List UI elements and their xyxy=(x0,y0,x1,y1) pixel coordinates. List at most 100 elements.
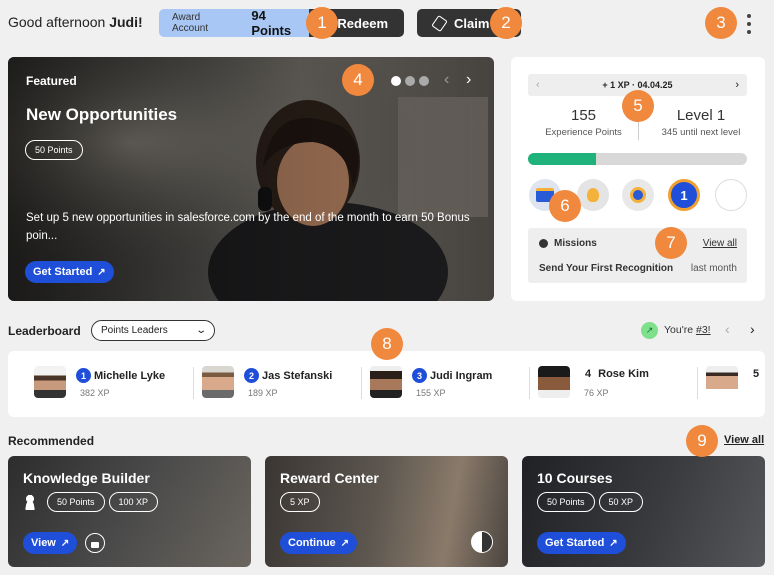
user-name: Judi! xyxy=(109,14,143,30)
leader-xp: 382 XP xyxy=(80,388,110,398)
arrow-up-right-icon: ↗ xyxy=(609,537,618,549)
callout-marker-5: 5 xyxy=(622,90,654,122)
leaderboard-entry[interactable]: 5 xyxy=(706,366,765,402)
level-sub: 345 until next level xyxy=(661,127,741,138)
featured-points: 50 Points xyxy=(25,140,83,160)
more-menu-icon[interactable] xyxy=(745,14,753,34)
callout-marker-7: 7 xyxy=(655,227,687,259)
missions-view-all[interactable]: View all xyxy=(703,238,737,249)
recommended-card-10-courses[interactable]: 10 Courses 50 Points 50 XP Get Started ↗ xyxy=(522,456,765,567)
view-button[interactable]: View ↗ xyxy=(23,532,78,554)
leaderboard-divider xyxy=(529,367,530,399)
award-account-label: Award Account xyxy=(172,12,209,34)
view-label: View xyxy=(31,537,56,549)
rank-number: 4 xyxy=(585,368,592,380)
leader-name: Michelle Lyke xyxy=(94,369,166,382)
recommended-view-all[interactable]: View all xyxy=(724,434,764,446)
avatar xyxy=(370,366,402,398)
mission-time: last month xyxy=(690,263,737,274)
xp-progress-fill xyxy=(528,153,596,165)
trending-icon: ↗ xyxy=(641,322,658,339)
arrow-up-right-icon: ↗ xyxy=(340,537,350,549)
leaderboard-filter-select[interactable]: Points Leaders ⌄ xyxy=(91,320,215,341)
leaderboard-divider xyxy=(193,367,194,399)
arrow-up-right-icon: ↗ xyxy=(97,266,106,278)
callout-marker-8: 8 xyxy=(371,328,403,360)
level-badge[interactable]: 1 xyxy=(668,179,700,211)
leaderboard-divider xyxy=(697,367,698,399)
your-rank-prefix: You're xyxy=(664,324,696,336)
claim-label: Claim xyxy=(454,15,490,31)
rec-pill: 5 XP xyxy=(280,492,320,512)
leader-name: Jas Stefanski xyxy=(262,369,333,382)
rec-pill: 50 Points xyxy=(47,492,105,512)
callout-marker-1: 1 xyxy=(306,7,338,39)
date-prev-icon[interactable]: ‹ xyxy=(536,79,540,91)
award-account-pill[interactable]: Award Account 94 Points xyxy=(159,8,309,38)
xp-label: Experience Points xyxy=(545,127,622,138)
featured-description: Set up 5 new opportunities in salesforce… xyxy=(26,212,470,242)
greeting: Good afternoon Judi! xyxy=(8,14,143,30)
leaderboard-entry[interactable]: 3 Judi Ingram 155 XP xyxy=(370,366,492,402)
your-rank-value[interactable]: #3! xyxy=(696,324,711,336)
avatar xyxy=(538,366,570,398)
mission-item[interactable]: Send Your First Recognition xyxy=(539,263,673,274)
leader-xp: 155 XP xyxy=(416,388,446,398)
get-started-button[interactable]: Get Started ↗ xyxy=(25,261,114,283)
callout-marker-4: 4 xyxy=(342,64,374,96)
recommended-card-knowledge-builder[interactable]: Knowledge Builder 50 Points 100 XP View ↗ xyxy=(8,456,251,567)
check-circle-icon xyxy=(539,239,548,248)
claim-icon xyxy=(431,14,448,32)
your-rank-text: You're #3! xyxy=(664,324,711,336)
carousel-dots xyxy=(391,76,429,86)
carousel-dot-2[interactable] xyxy=(405,76,415,86)
person-icon xyxy=(23,494,37,510)
leaderboard-entry[interactable]: 4 Rose Kim 76 XP xyxy=(538,366,649,402)
empty-badge-slot xyxy=(715,179,747,211)
callout-marker-6: 6 xyxy=(549,190,581,222)
carousel-prev-icon[interactable]: ‹ xyxy=(444,71,449,89)
rec-card-title: 10 Courses xyxy=(537,470,613,486)
rec-card-title: Reward Center xyxy=(280,470,379,486)
level-text: Level 1 xyxy=(676,107,726,124)
chevron-down-icon: ⌄ xyxy=(194,325,207,336)
rank-badge: 1 xyxy=(76,368,91,383)
leaderboard-next-icon[interactable]: › xyxy=(750,321,755,337)
callout-marker-3: 3 xyxy=(705,7,737,39)
arrow-up-right-icon: ↗ xyxy=(60,537,70,549)
lightbulb-badge-icon[interactable] xyxy=(577,179,609,211)
rank-number: 5 xyxy=(753,368,760,380)
carousel-next-icon[interactable]: › xyxy=(466,71,471,89)
leaderboard-prev-icon[interactable]: ‹ xyxy=(725,321,730,337)
xp-date-text: + 1 XP · 04.04.25 xyxy=(602,80,673,90)
level-badge-number: 1 xyxy=(680,187,688,203)
leaderboard-entry[interactable]: 2 Jas Stefanski 189 XP xyxy=(202,366,332,402)
missions-title: Missions xyxy=(554,238,597,249)
continue-label: Continue xyxy=(288,537,336,549)
carousel-dot-3[interactable] xyxy=(419,76,429,86)
leaderboard-divider xyxy=(361,367,362,399)
callout-marker-2: 2 xyxy=(490,7,522,39)
ribbon-badge-icon[interactable] xyxy=(622,179,654,211)
featured-title: New Opportunities xyxy=(26,105,178,124)
continue-button[interactable]: Continue ↗ xyxy=(280,532,358,554)
date-next-icon[interactable]: › xyxy=(735,79,739,91)
featured-points-pill: 50 Points xyxy=(25,140,87,160)
half-progress-icon xyxy=(471,531,493,553)
rec-pill: 100 XP xyxy=(108,492,159,512)
missions-box: Missions View all Send Your First Recogn… xyxy=(528,228,747,283)
get-started-button[interactable]: Get Started ↗ xyxy=(537,532,626,554)
rec-pill: 50 XP xyxy=(598,492,644,512)
callout-marker-9: 9 xyxy=(686,425,718,457)
featured-banner: Featured New Opportunities 50 Points Set… xyxy=(8,57,494,301)
rec-pill: 50 Points xyxy=(537,492,595,512)
avatar xyxy=(202,366,234,398)
recommended-card-reward-center[interactable]: Reward Center 5 XP Continue ↗ xyxy=(265,456,508,567)
rec-card-title: Knowledge Builder xyxy=(23,470,150,486)
carousel-dot-1[interactable] xyxy=(391,76,401,86)
avatar xyxy=(34,366,66,398)
leaderboard-filter-value: Points Leaders xyxy=(101,325,168,336)
leaderboard-entry[interactable]: 1 Michelle Lyke 382 XP xyxy=(34,366,165,402)
get-started-label: Get Started xyxy=(33,266,93,278)
greeting-text: Good afternoon xyxy=(8,14,110,30)
